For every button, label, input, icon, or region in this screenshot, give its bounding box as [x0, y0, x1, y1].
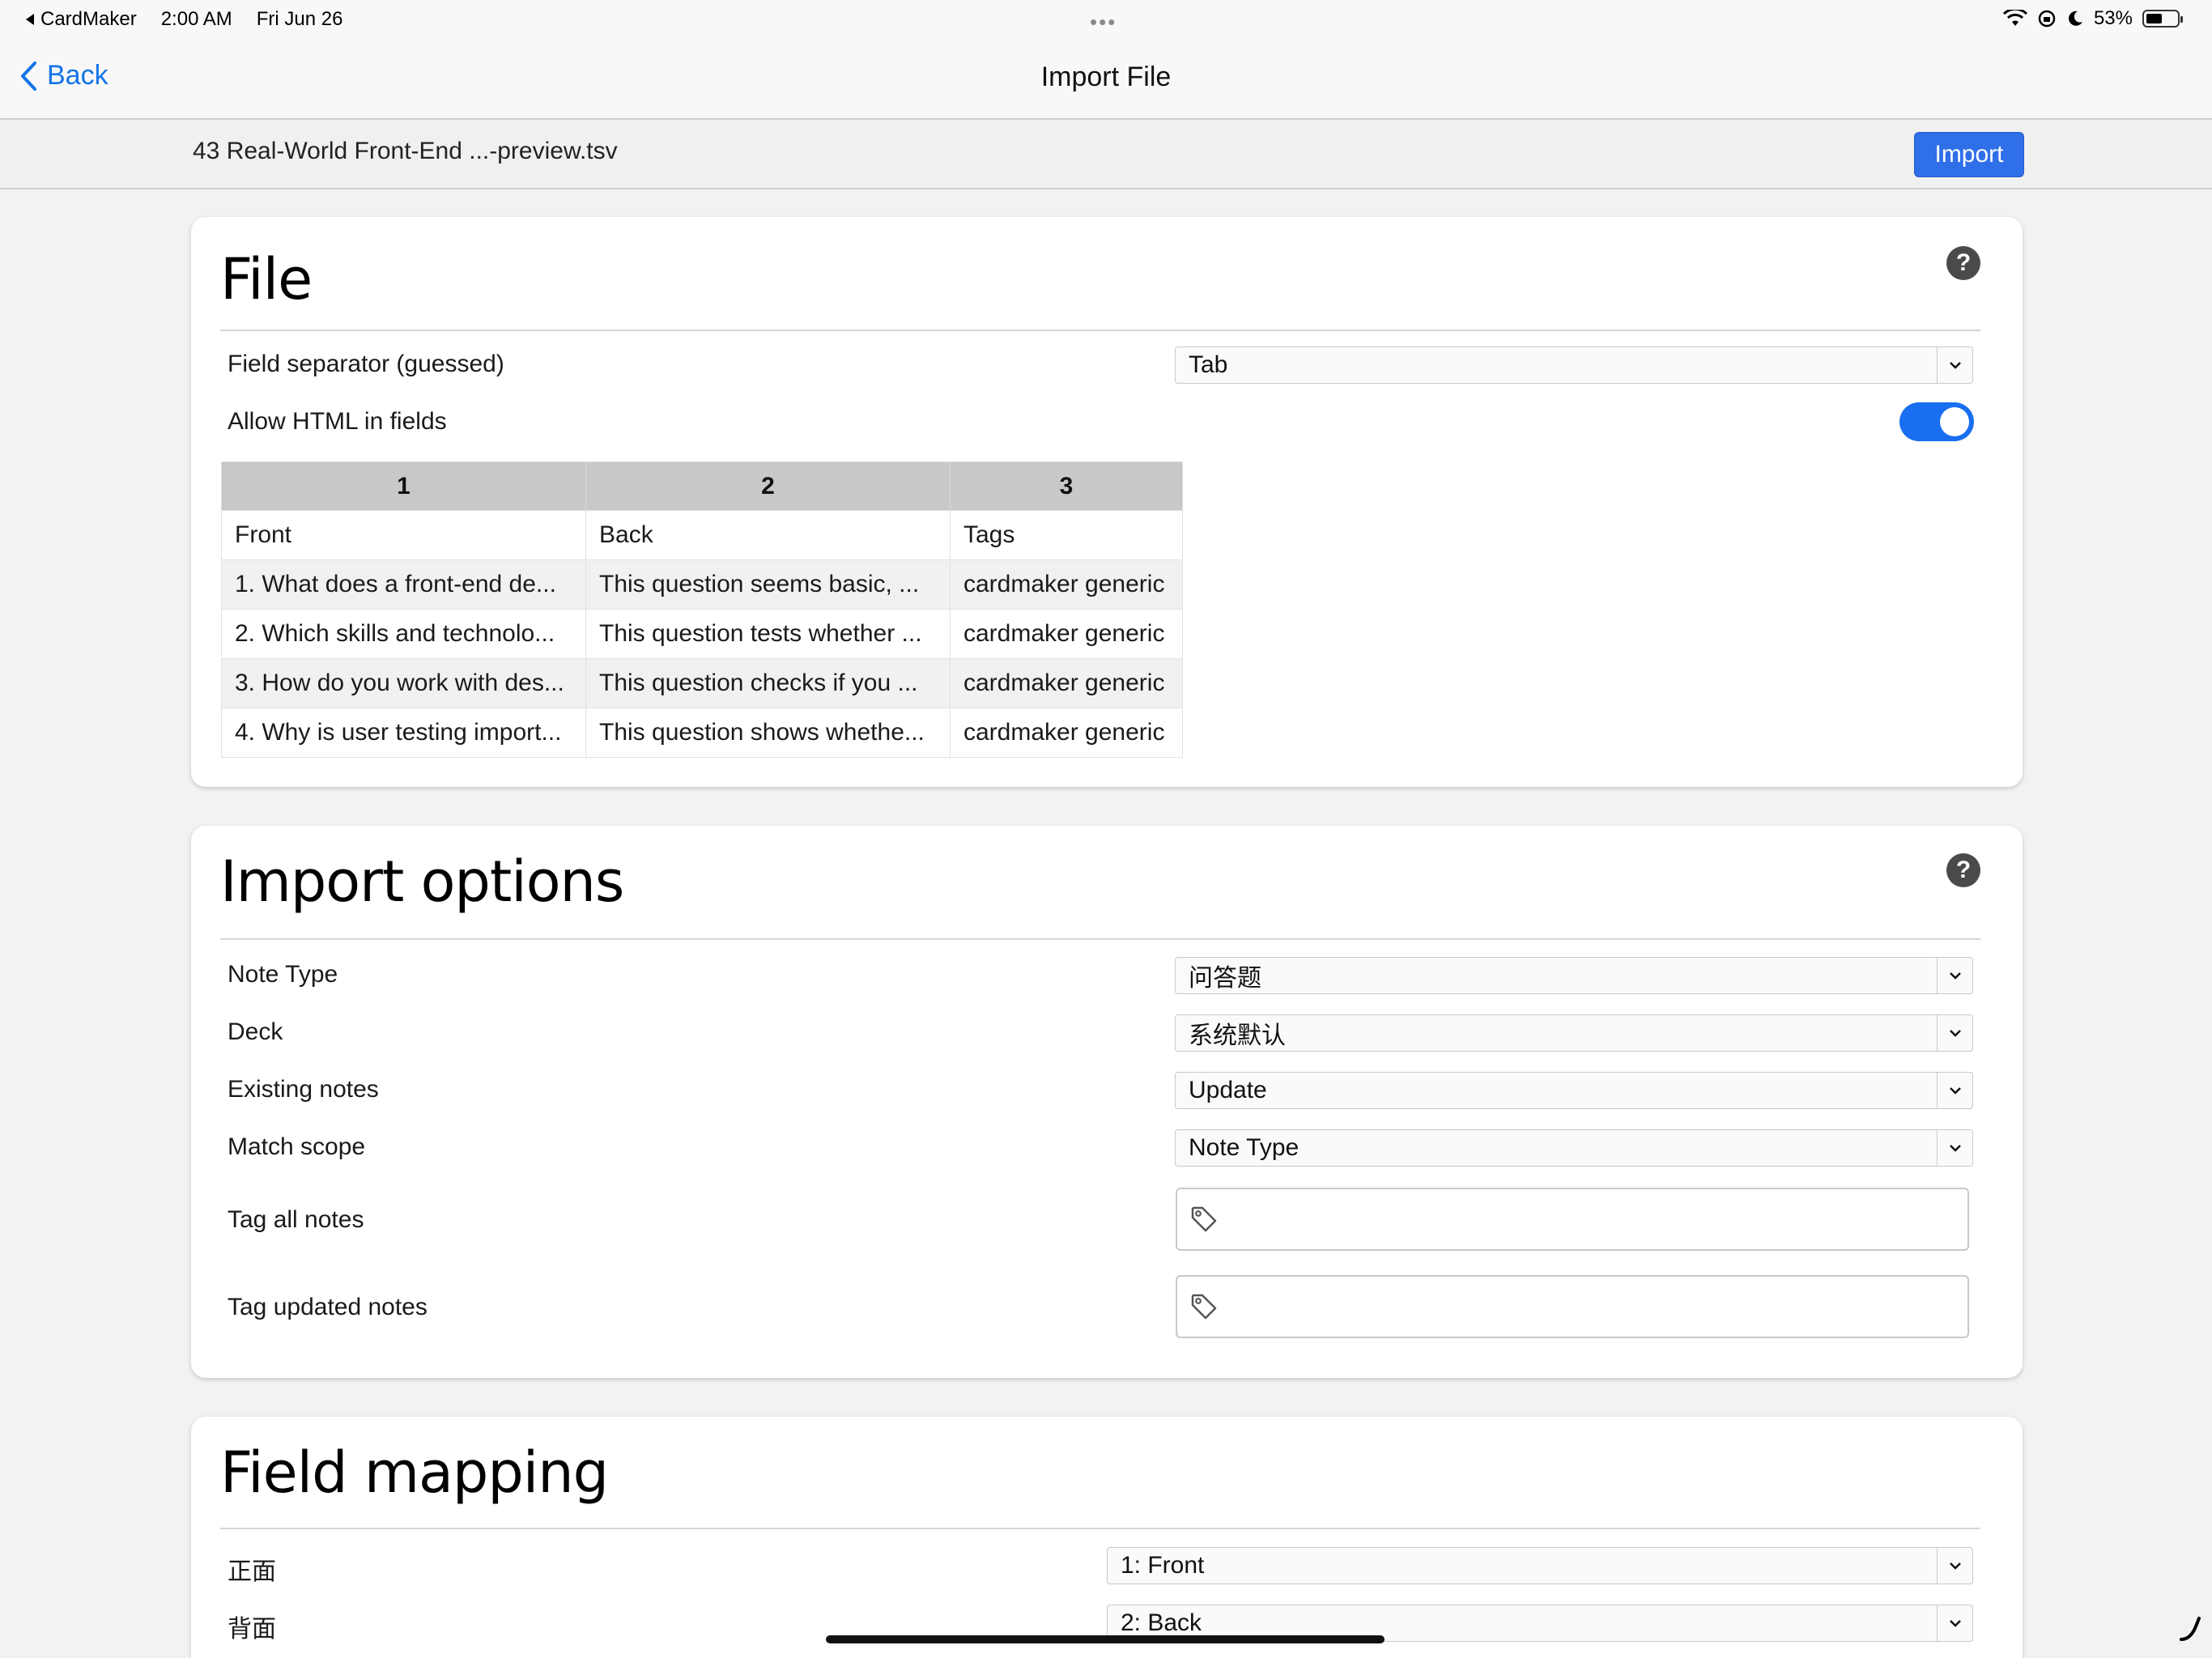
- import-button[interactable]: Import: [1914, 132, 2024, 177]
- back-field-value: 2: Back: [1121, 1609, 1202, 1636]
- tag-all-notes-label: Tag all notes: [228, 1206, 364, 1233]
- tag-all-notes-input[interactable]: [1176, 1188, 1969, 1251]
- file-bar: 43 Real-World Front-End ...-preview.tsv …: [0, 120, 2212, 189]
- note-type-value: 问答题: [1189, 965, 1261, 992]
- note-type-select[interactable]: 问答题: [1175, 957, 1973, 994]
- column-header: 2: [585, 461, 951, 511]
- chevron-down-icon: [1937, 347, 1972, 383]
- table-cell: Back: [585, 510, 951, 560]
- table-header-row: 1 2 3: [221, 461, 1183, 511]
- divider: [220, 1528, 1980, 1529]
- tag-updated-notes-label: Tag updated notes: [228, 1294, 428, 1320]
- chevron-down-icon: [1937, 1605, 1972, 1641]
- table-cell: Tags: [950, 510, 1183, 560]
- chevron-down-icon: [1937, 1130, 1972, 1166]
- table-row: Front Back Tags: [221, 510, 1183, 560]
- table-cell: 1. What does a front-end de...: [221, 559, 586, 610]
- toggle-knob: [1940, 407, 1969, 436]
- navigation-bar: Back Import File: [0, 37, 2212, 120]
- allow-html-label: Allow HTML in fields: [228, 408, 447, 435]
- file-section: File ? Field separator (guessed) Tab All…: [191, 217, 2023, 787]
- tag-icon: [1191, 1206, 1217, 1232]
- field-separator-label: Field separator (guessed): [228, 351, 504, 377]
- match-scope-select[interactable]: Note Type: [1175, 1129, 1973, 1167]
- field-separator-select[interactable]: Tab: [1175, 346, 1973, 384]
- wifi-icon: [2002, 10, 2027, 26]
- chevron-down-icon: [1937, 1548, 1972, 1584]
- table-cell: cardmaker generic: [950, 609, 1183, 659]
- table-row: 3. How do you work with des... This ques…: [221, 658, 1183, 708]
- orientation-lock-icon: [2038, 10, 2056, 28]
- import-options-section: Import options ? Note Type 问答题 Deck 系统默认…: [191, 826, 2023, 1378]
- front-field-value: 1: Front: [1121, 1552, 1205, 1579]
- note-type-label: Note Type: [228, 961, 338, 988]
- return-to-app-link[interactable]: CardMaker: [24, 8, 137, 31]
- existing-notes-value: Update: [1189, 1077, 1267, 1103]
- tag-icon: [1191, 1294, 1217, 1320]
- tag-updated-notes-input[interactable]: [1176, 1275, 1969, 1338]
- status-date: Fri Jun 26: [256, 8, 343, 30]
- table-cell: 3. How do you work with des...: [221, 658, 586, 708]
- column-header: 3: [950, 461, 1183, 511]
- status-time: 2:00 AM: [160, 8, 232, 30]
- table-cell: This question seems basic, ...: [585, 559, 951, 610]
- match-scope-value: Note Type: [1189, 1134, 1300, 1161]
- battery-percent: 53%: [2093, 7, 2133, 29]
- table-cell: 4. Why is user testing import...: [221, 708, 586, 758]
- section-title-field-mapping: Field mapping: [220, 1439, 609, 1506]
- allow-html-toggle[interactable]: [1899, 402, 1974, 441]
- table-row: 4. Why is user testing import... This qu…: [221, 708, 1183, 758]
- quick-note-corner-icon[interactable]: [2178, 1615, 2202, 1643]
- field-separator-value: Tab: [1189, 351, 1228, 378]
- file-name: 43 Real-World Front-End ...-preview.tsv: [193, 138, 618, 164]
- chevron-down-icon: [1937, 1015, 1972, 1051]
- table-cell: cardmaker generic: [950, 658, 1183, 708]
- table-row: 2. Which skills and technolo... This que…: [221, 609, 1183, 659]
- match-scope-label: Match scope: [228, 1133, 366, 1160]
- deck-select[interactable]: 系统默认: [1175, 1014, 1973, 1052]
- table-cell: This question checks if you ...: [585, 658, 951, 708]
- help-icon[interactable]: ?: [1946, 853, 1980, 887]
- back-triangle-icon: [26, 14, 34, 25]
- divider: [220, 329, 1980, 331]
- front-field-label: 正面: [228, 1558, 276, 1585]
- table-cell: This question tests whether ...: [585, 609, 951, 659]
- section-title-import-options: Import options: [220, 848, 624, 915]
- table-cell: cardmaker generic: [950, 559, 1183, 610]
- existing-notes-select[interactable]: Update: [1175, 1072, 1973, 1109]
- front-field-select[interactable]: 1: Front: [1107, 1547, 1973, 1584]
- back-field-label: 背面: [228, 1616, 276, 1643]
- table-cell: cardmaker generic: [950, 708, 1183, 758]
- chevron-down-icon: [1937, 958, 1972, 993]
- existing-notes-label: Existing notes: [228, 1076, 379, 1103]
- table-row: 1. What does a front-end de... This ques…: [221, 559, 1183, 610]
- help-icon[interactable]: ?: [1946, 246, 1980, 280]
- section-title-file: File: [220, 246, 313, 312]
- home-indicator[interactable]: [826, 1635, 1385, 1643]
- chevron-down-icon: [1937, 1073, 1972, 1108]
- preview-table: 1 2 3 Front Back Tags 1. What does a fro…: [221, 461, 1183, 758]
- deck-label: Deck: [228, 1018, 283, 1045]
- divider: [220, 938, 1980, 940]
- return-app-name: CardMaker: [40, 8, 137, 30]
- table-cell: 2. Which skills and technolo...: [221, 609, 586, 659]
- table-cell: This question shows whethe...: [585, 708, 951, 758]
- status-bar: CardMaker 2:00 AM Fri Jun 26 ••• 53%: [0, 0, 2212, 37]
- page-title: Import File: [1040, 62, 1172, 92]
- column-header: 1: [221, 461, 586, 511]
- deck-value: 系统默认: [1189, 1022, 1286, 1049]
- battery-icon: [2142, 10, 2183, 28]
- field-mapping-section: Field mapping 正面 1: Front 背面 2: Back: [191, 1417, 2023, 1658]
- table-cell: Front: [221, 510, 586, 560]
- moon-icon: [2069, 11, 2082, 26]
- multitasking-dots-icon[interactable]: •••: [1090, 10, 1117, 35]
